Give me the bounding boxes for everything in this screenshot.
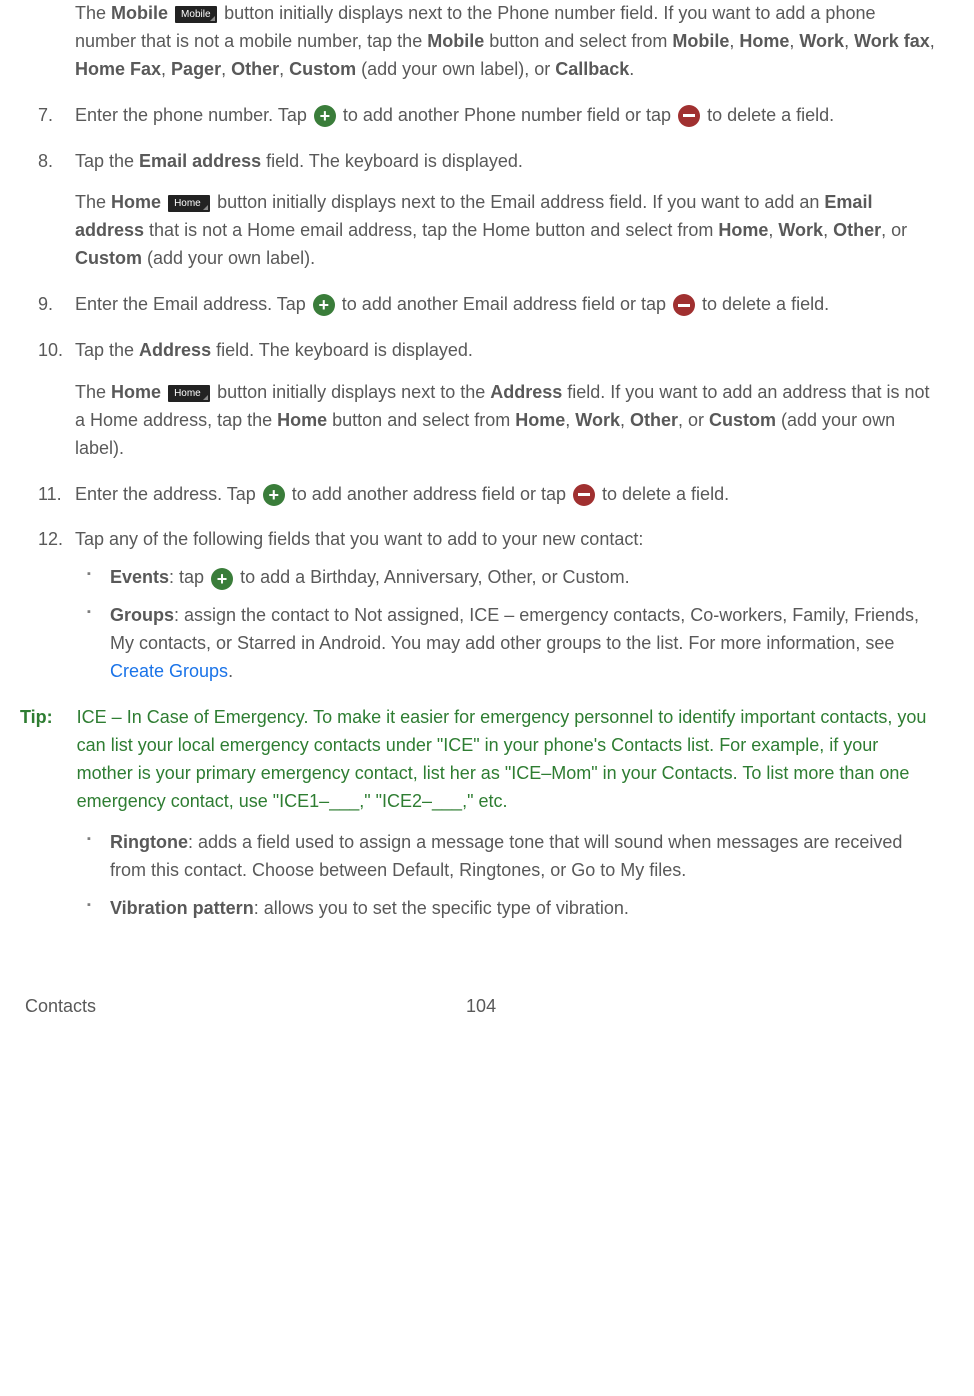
text: to delete a field. [597, 484, 729, 504]
email-type-paragraph: The Home Home button initially displays … [75, 189, 939, 273]
text-bold: Mobile [672, 31, 729, 51]
text: to add a Birthday, Anniversary, Other, o… [235, 567, 630, 587]
text-bold: Ringtone [110, 832, 188, 852]
add-icon: + [313, 294, 335, 316]
create-groups-link[interactable]: Create Groups [110, 661, 228, 681]
text-bold: Email address [139, 151, 261, 171]
step-8: 8. Tap the Email address field. The keyb… [20, 148, 939, 274]
step-10: 10. Tap the Address field. The keyboard … [20, 337, 939, 463]
text-bold: Events [110, 567, 169, 587]
text: to add another address field or tap [287, 484, 571, 504]
bullet-ringtone: Ringtone: adds a field used to assign a … [75, 829, 939, 885]
text-bold: Custom [709, 410, 776, 430]
mobile-type-paragraph: The Mobile Mobile button initially displ… [20, 0, 939, 84]
text: to add another Email address field or ta… [337, 294, 671, 314]
text: . [629, 59, 634, 79]
tip-body-text: ICE – In Case of Emergency. To make it e… [77, 704, 939, 816]
text: to delete a field. [702, 105, 834, 125]
text: : tap [169, 567, 209, 587]
text: button initially displays next to the Em… [217, 192, 824, 212]
add-icon: + [263, 484, 285, 506]
step-12: 12. Tap any of the following fields that… [20, 526, 939, 685]
text: button and select from [484, 31, 672, 51]
text: to delete a field. [697, 294, 829, 314]
text-bold: Mobile [111, 3, 168, 23]
add-icon: + [314, 105, 336, 127]
text-bold: Custom [289, 59, 356, 79]
text-bold: Home [739, 31, 789, 51]
list-number: 12. [38, 526, 63, 554]
remove-icon [673, 294, 695, 316]
home-button-icon: Home [168, 385, 210, 402]
list-number: 10. [38, 337, 63, 365]
list-number: 11. [38, 481, 62, 509]
text-bold: Pager [171, 59, 221, 79]
text-bold: Home [277, 410, 327, 430]
text-bold: Groups [110, 605, 174, 625]
list-number: 7. [38, 102, 53, 130]
footer-section: Contacts [25, 993, 96, 1021]
text-bold: Other [231, 59, 279, 79]
text: (add your own label). [142, 248, 315, 268]
text: that is not a Home email address, tap th… [144, 220, 718, 240]
text: . [228, 661, 233, 681]
text-bold: Home [515, 410, 565, 430]
text-bold: Mobile [427, 31, 484, 51]
text: Tap any of the following fields that you… [75, 529, 643, 549]
text: The [75, 192, 111, 212]
mobile-button-icon: Mobile [175, 6, 217, 23]
page-footer: Contacts 104 [20, 993, 939, 1041]
remove-icon [573, 484, 595, 506]
home-button-icon: Home [168, 195, 210, 212]
text: field. The keyboard is displayed. [261, 151, 523, 171]
remove-icon [678, 105, 700, 127]
footer-page-number: 104 [466, 993, 496, 1021]
text: (add your own label), or [356, 59, 555, 79]
text-bold: Home [718, 220, 768, 240]
text-bold: Work fax [854, 31, 930, 51]
text: Enter the Email address. Tap [75, 294, 311, 314]
text-bold: Address [139, 340, 211, 360]
text: to add another Phone number field or tap [338, 105, 676, 125]
text: : assign the contact to Not assigned, IC… [110, 605, 919, 653]
text: The [75, 382, 111, 402]
text-bold: Work [575, 410, 620, 430]
text-bold: Work [778, 220, 823, 240]
text-bold: Callback [555, 59, 629, 79]
list-number: 8. [38, 148, 53, 176]
text-bold: Home [111, 382, 161, 402]
text-bold: Other [833, 220, 881, 240]
text: : allows you to set the specific type of… [254, 898, 629, 918]
text: Tap the [75, 151, 139, 171]
text-bold: Address [490, 382, 562, 402]
text-bold: Home [111, 192, 161, 212]
text: button initially displays next to the [217, 382, 490, 402]
address-type-paragraph: The Home Home button initially displays … [75, 379, 939, 463]
bullet-groups: Groups: assign the contact to Not assign… [75, 602, 939, 686]
tip-block: Tip: ICE – In Case of Emergency. To make… [20, 704, 939, 816]
text: button and select from [327, 410, 515, 430]
text: field. The keyboard is displayed. [211, 340, 473, 360]
step-11: 11. Enter the address. Tap + to add anot… [20, 481, 939, 509]
text: Enter the address. Tap [75, 484, 261, 504]
text-bold: Vibration pattern [110, 898, 254, 918]
text: The [75, 3, 111, 23]
tip-label-text: Tip: [20, 707, 53, 727]
text-bold: Other [630, 410, 678, 430]
bullet-vibration: Vibration pattern: allows you to set the… [75, 895, 939, 923]
text-bold: Home Fax [75, 59, 161, 79]
add-icon: + [211, 568, 233, 590]
text-bold: Custom [75, 248, 142, 268]
list-number: 9. [38, 291, 53, 319]
text: Enter the phone number. Tap [75, 105, 312, 125]
text-bold: Work [799, 31, 844, 51]
step-9: 9. Enter the Email address. Tap + to add… [20, 291, 939, 319]
text: Tap the [75, 340, 139, 360]
text: : adds a field used to assign a message … [110, 832, 902, 880]
step-7: 7. Enter the phone number. Tap + to add … [20, 102, 939, 130]
bullet-events: Events: tap + to add a Birthday, Anniver… [75, 564, 939, 592]
